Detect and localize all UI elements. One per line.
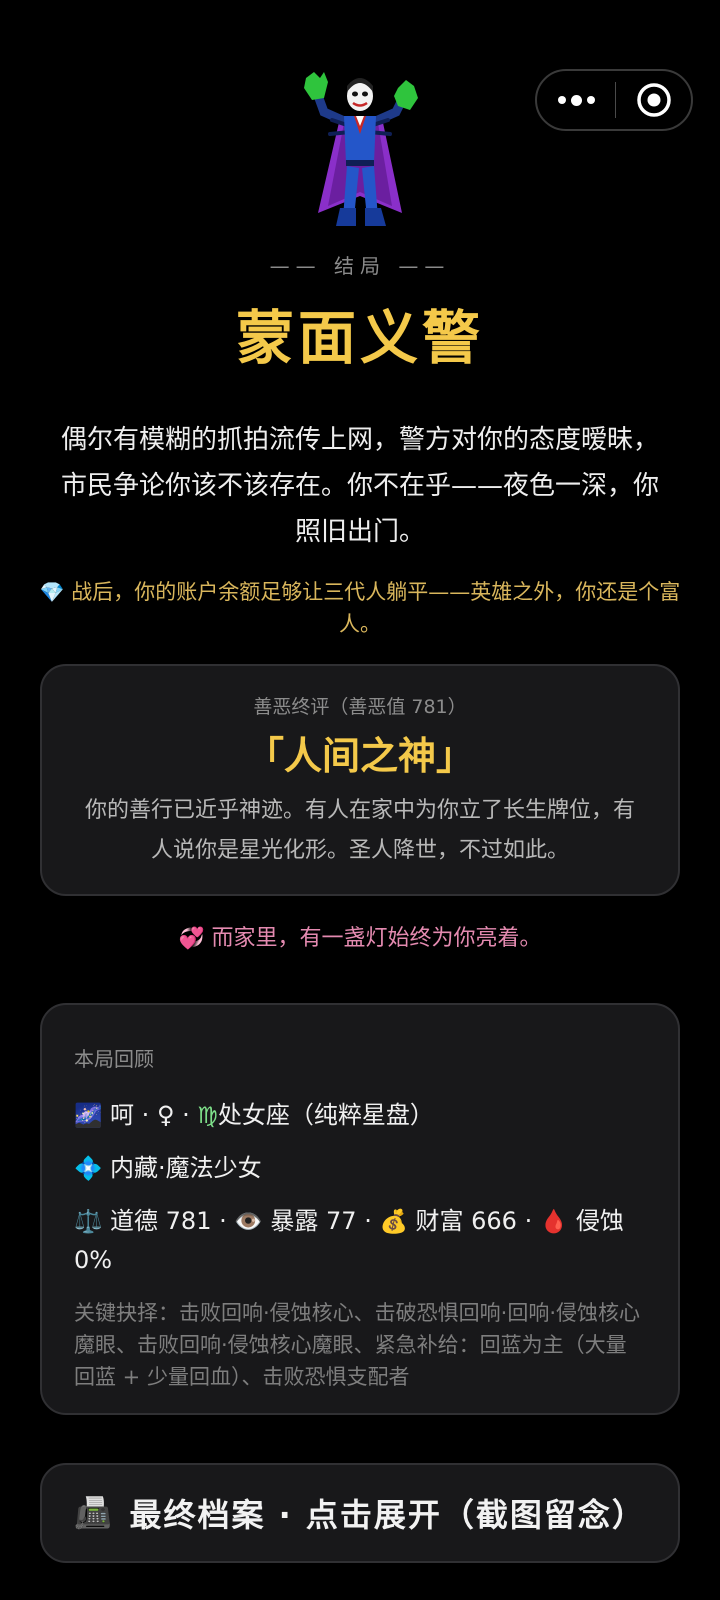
zodiac-text: 处女座（纯粹星盘） <box>217 1101 434 1129</box>
morality-verdict-card: 善恶终评（善恶值 781） 「人间之神」 你的善行已近乎神迹。有人在家中为你立了… <box>40 664 680 896</box>
target-circle-icon <box>636 83 671 117</box>
verdict-label: 善恶终评（善恶值 781） <box>253 696 467 718</box>
eye-icon: 👁️ <box>234 1209 263 1235</box>
supervillain-icon <box>304 72 418 226</box>
hidden-trait: 💠 内藏·魔法少女 <box>74 1149 646 1188</box>
ending-title: 蒙面义警 <box>235 304 484 372</box>
milky-way-icon: 🌌 <box>74 1103 103 1129</box>
final-archive-button[interactable]: 📠 最终档案 · 点击展开（截图留念） <box>40 1463 680 1563</box>
ending-section-label: —— 结局 —— <box>269 254 451 278</box>
fax-machine-icon: 📠 <box>74 1495 112 1531</box>
ending-description: 偶尔有模糊的抓拍流传上网，警方对你的态度暧昧，市民争论你该不该存在。你不在乎——… <box>60 425 659 547</box>
money-bag-icon: 💰 <box>379 1209 408 1235</box>
virgo-icon: ♍ <box>197 1103 218 1129</box>
morality-stat: 道德 781 <box>110 1207 212 1235</box>
character-name: 呵 <box>110 1101 135 1129</box>
family-note: 💞 而家里，有一盏灯始终为你亮着。 <box>0 920 720 952</box>
hearts-icon: 💞 <box>178 926 205 950</box>
close-mini-program-button[interactable] <box>616 71 691 129</box>
blood-drop-icon: 🩸 <box>539 1209 569 1235</box>
verdict-title: 「人间之神」 <box>245 734 474 778</box>
wealth-stat: 财富 666 <box>415 1207 517 1235</box>
exposure-stat: 暴露 77 <box>270 1207 357 1235</box>
stats-line: ⚖️ 道德 781 · 👁️ 暴露 77 · 💰 财富 666 · 🩸 侵蚀 0… <box>74 1207 624 1274</box>
wealth-bonus-note: 💎 战后，你的账户余额足够让三代人躺平——英雄之外，你还是个富人。 <box>38 576 682 640</box>
review-label: 本局回顾 <box>74 1047 154 1071</box>
diamond-shape-icon: 💠 <box>74 1156 103 1182</box>
key-choices: 关键抉择：击败回响·侵蚀核心、击破恐惧回响·回响·侵蚀核心魔眼、击败回响·侵蚀核… <box>74 1301 641 1389</box>
character-summary: 🌌 呵 · ♀ · ♍处女座（纯粹星盘） <box>74 1101 434 1129</box>
more-dots-icon <box>557 94 595 106</box>
wealth-bonus-text: 战后，你的账户余额足够让三代人躺平——英雄之外，你还是个富人。 <box>71 580 681 636</box>
run-review-card: 本局回顾 🌌 呵 · ♀ · ♍处女座（纯粹星盘） 💠 内藏·魔法少女 ⚖️ 道… <box>40 1003 680 1415</box>
scales-icon: ⚖️ <box>74 1209 103 1235</box>
family-text: 而家里，有一盏灯始终为你亮着。 <box>211 926 542 951</box>
verdict-description: 你的善行已近乎神迹。有人在家中为你立了长生牌位，有人说你是星光化形。圣人降世，不… <box>84 798 635 863</box>
hidden-trait-text: 内藏·魔法少女 <box>110 1154 262 1182</box>
final-archive-label: 最终档案 · 点击展开（截图留念） <box>129 1496 646 1534</box>
gender-icon: ♀ <box>156 1101 175 1129</box>
mini-program-capsule <box>535 69 693 131</box>
more-button[interactable] <box>537 71 615 129</box>
diamond-icon: 💎 <box>39 580 65 604</box>
